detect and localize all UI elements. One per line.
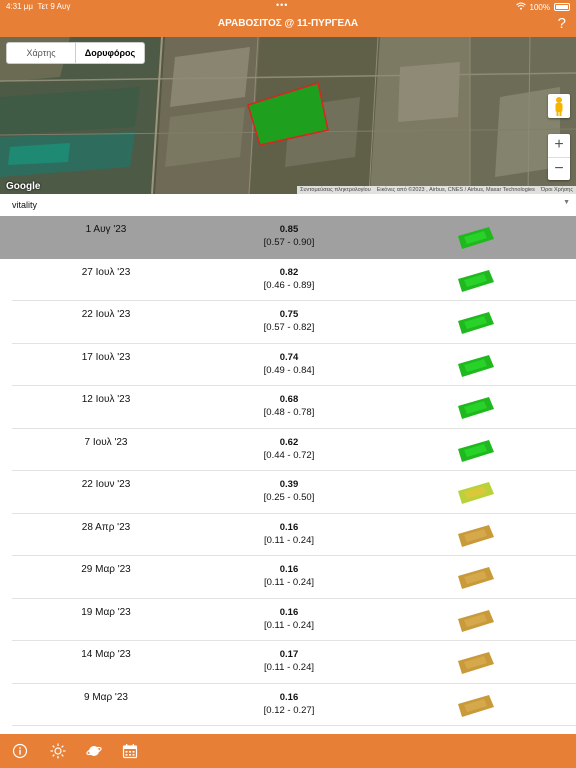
field-thumbnail bbox=[456, 437, 496, 463]
field-thumbnail bbox=[456, 607, 496, 633]
satellite-map[interactable]: Χάρτης Δορυφόρος + − Google Συντομεύσεις… bbox=[0, 37, 576, 194]
record-row[interactable]: 17 Ιουλ '23 0.74 [0.49 - 0.84] bbox=[0, 344, 576, 387]
record-date: 27 Ιουλ '23 bbox=[81, 266, 131, 278]
multitasking-dots[interactable]: ••• bbox=[276, 0, 288, 10]
record-date: 14 Μαρ '23 bbox=[81, 649, 131, 660]
record-range: [0.48 - 0.78] bbox=[263, 407, 315, 418]
imagery-credit: Εικόνες από ©2023 , Airbus, CNES / Airbu… bbox=[376, 187, 535, 193]
record-value: 0.17 bbox=[279, 649, 299, 660]
page-title: ΑΡΑΒΟΣΙΤΟΣ @ 11-ΠΥΡΓΕΛΑ bbox=[217, 18, 359, 29]
map-type-satellite-button[interactable]: Δορυφόρος bbox=[76, 43, 144, 63]
record-value: 0.16 bbox=[279, 606, 299, 618]
record-range: [0.57 - 0.82] bbox=[263, 322, 315, 333]
record-row[interactable]: 12 Ιουλ '23 0.68 [0.48 - 0.78] bbox=[0, 386, 576, 429]
nav-bar: ΑΡΑΒΟΣΙΤΟΣ @ 11-ΠΥΡΓΕΛΑ ? bbox=[0, 13, 576, 37]
index-dropdown[interactable]: vitality ▼ bbox=[0, 194, 576, 217]
record-row[interactable]: 7 Ιουλ '23 0.62 [0.44 - 0.72] bbox=[0, 429, 576, 472]
record-row[interactable]: 19 Μαρ '23 0.16 [0.11 - 0.24] bbox=[0, 599, 576, 642]
field-thumbnail bbox=[456, 352, 496, 378]
field-thumbnail bbox=[456, 522, 496, 548]
field-thumbnail bbox=[456, 224, 496, 250]
status-bar: 4:31 μμ Τετ 9 Αυγ ••• 100% bbox=[0, 0, 576, 13]
record-date: 12 Ιουλ '23 bbox=[81, 394, 131, 405]
records-list[interactable]: 1 Αυγ '23 0.85 [0.57 - 0.90] 27 Ιουλ '23 0.8… bbox=[0, 216, 576, 734]
record-range: [0.11 - 0.24] bbox=[264, 619, 314, 631]
status-right: 100% bbox=[515, 2, 570, 12]
record-date: 29 Μαρ '23 bbox=[81, 564, 131, 575]
record-value: 0.74 bbox=[279, 351, 299, 363]
zoom-controls: + − bbox=[548, 134, 570, 180]
google-logo: Google bbox=[6, 181, 41, 192]
sun-icon[interactable] bbox=[50, 743, 66, 759]
record-value: 0.68 bbox=[279, 394, 299, 405]
record-row[interactable]: 14 Μαρ '23 0.17 [0.11 - 0.24] bbox=[0, 641, 576, 684]
field-thumbnail bbox=[456, 267, 496, 293]
record-value: 0.85 bbox=[279, 224, 299, 235]
record-range: [0.11 - 0.24] bbox=[264, 662, 314, 673]
field-thumbnail bbox=[456, 479, 496, 505]
record-date: 1 Αυγ '23 bbox=[85, 224, 127, 235]
record-range: [0.11 - 0.24] bbox=[264, 534, 314, 546]
record-value: 0.82 bbox=[279, 266, 299, 278]
map-type-map-button[interactable]: Χάρτης bbox=[7, 43, 76, 63]
record-range: [0.11 - 0.24] bbox=[264, 577, 314, 588]
record-range: [0.44 - 0.72] bbox=[263, 449, 315, 461]
record-value: 0.62 bbox=[279, 436, 299, 448]
record-row[interactable]: 28 Απρ '23 0.16 [0.11 - 0.24] bbox=[0, 514, 576, 557]
record-value: 0.16 bbox=[279, 691, 299, 703]
record-date: 7 Ιουλ '23 bbox=[84, 436, 128, 448]
battery-icon bbox=[554, 3, 570, 11]
record-date: 19 Μαρ '23 bbox=[81, 606, 131, 618]
record-range: [0.49 - 0.84] bbox=[263, 364, 315, 376]
record-value: 0.39 bbox=[279, 479, 299, 490]
record-value: 0.16 bbox=[279, 521, 299, 533]
record-row[interactable]: 1 Αυγ '23 0.85 [0.57 - 0.90] bbox=[0, 216, 576, 259]
record-date: 17 Ιουλ '23 bbox=[81, 351, 131, 363]
index-dropdown-value: vitality bbox=[12, 200, 38, 210]
record-range: [0.57 - 0.90] bbox=[263, 237, 315, 248]
record-row[interactable]: 22 Ιουν '23 0.39 [0.25 - 0.50] bbox=[0, 471, 576, 514]
battery-percent: 100% bbox=[529, 2, 550, 12]
record-date: 22 Ιουν '23 bbox=[81, 479, 131, 490]
field-thumbnail bbox=[456, 564, 496, 590]
bottom-toolbar bbox=[0, 734, 576, 768]
record-date: 28 Απρ '23 bbox=[81, 521, 131, 533]
calendar-icon[interactable] bbox=[122, 743, 138, 759]
field-thumbnail bbox=[456, 309, 496, 335]
record-row[interactable]: 29 Μαρ '23 0.16 [0.11 - 0.24] bbox=[0, 556, 576, 599]
record-range: [0.25 - 0.50] bbox=[263, 492, 315, 503]
info-icon[interactable] bbox=[12, 743, 28, 759]
field-thumbnail bbox=[456, 394, 496, 420]
map-type-segmented-control[interactable]: Χάρτης Δορυφόρος bbox=[6, 42, 145, 64]
field-thumbnail bbox=[456, 649, 496, 675]
planet-icon[interactable] bbox=[86, 743, 102, 759]
chevron-down-icon: ▼ bbox=[563, 199, 570, 206]
record-range: [0.46 - 0.89] bbox=[263, 279, 315, 291]
record-date: 9 Μαρ '23 bbox=[84, 691, 128, 703]
field-thumbnail bbox=[456, 692, 496, 718]
record-row[interactable]: 9 Μαρ '23 0.16 [0.12 - 0.27] bbox=[0, 684, 576, 727]
record-value: 0.75 bbox=[279, 309, 299, 320]
wifi-icon bbox=[515, 2, 526, 12]
zoom-out-button[interactable]: − bbox=[548, 158, 570, 181]
terms-link[interactable]: Όροι Χρήσης bbox=[541, 187, 573, 193]
help-button[interactable]: ? bbox=[558, 15, 566, 32]
record-date: 22 Ιουλ '23 bbox=[81, 309, 131, 320]
street-view-pegman-icon[interactable] bbox=[548, 94, 570, 118]
status-time: 4:31 μμ Τετ 9 Αυγ bbox=[6, 2, 71, 11]
record-range: [0.12 - 0.27] bbox=[263, 704, 315, 716]
record-value: 0.16 bbox=[279, 564, 299, 575]
zoom-in-button[interactable]: + bbox=[548, 134, 570, 158]
record-row[interactable]: 27 Ιουλ '23 0.82 [0.46 - 0.89] bbox=[0, 259, 576, 302]
record-row[interactable]: 22 Ιουλ '23 0.75 [0.57 - 0.82] bbox=[0, 301, 576, 344]
keyboard-shortcuts-link[interactable]: Συντομεύσεις πληκτρολογίου bbox=[300, 187, 371, 193]
map-attribution: Συντομεύσεις πληκτρολογίου Εικόνες από ©… bbox=[297, 186, 576, 194]
